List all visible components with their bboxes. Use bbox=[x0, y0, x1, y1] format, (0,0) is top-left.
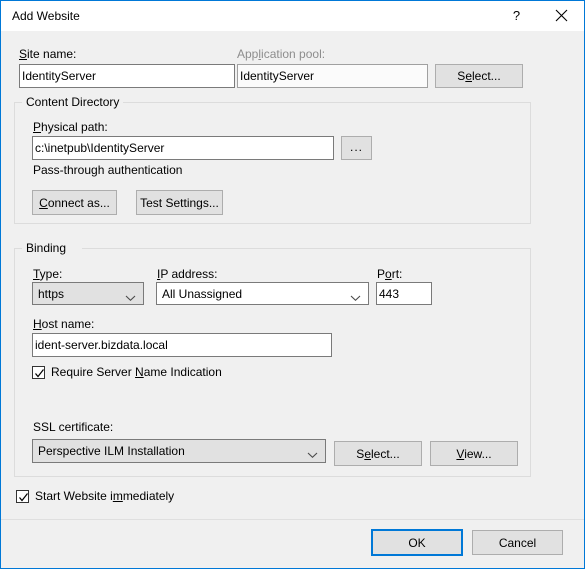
binding-legend: Binding bbox=[22, 241, 71, 255]
start-website-label: Start Website immediately bbox=[35, 489, 175, 503]
test-settings-button[interactable]: Test Settings... bbox=[136, 190, 223, 215]
cancel-button[interactable]: Cancel bbox=[472, 530, 563, 555]
require-sni-label: Require Server Name Indication bbox=[51, 365, 222, 379]
pass-through-authentication-text: Pass-through authentication bbox=[33, 163, 183, 177]
ssl-select-button[interactable]: Select... bbox=[334, 441, 422, 466]
close-button[interactable] bbox=[539, 1, 584, 30]
chevron-down-icon bbox=[125, 290, 136, 301]
button-label: Select... bbox=[356, 446, 400, 461]
add-website-dialog: Add Website ? Site name: IdentityServer … bbox=[0, 0, 585, 569]
binding-type-combo[interactable]: https bbox=[32, 282, 144, 305]
ssl-view-button[interactable]: View... bbox=[430, 441, 518, 466]
require-sni-checkbox[interactable]: Require Server Name Indication bbox=[32, 365, 222, 379]
ssl-certificate-combo[interactable]: Perspective ILM Installation bbox=[32, 439, 326, 463]
help-button[interactable]: ? bbox=[494, 1, 539, 30]
connect-as-button[interactable]: Connect as... bbox=[32, 190, 117, 215]
type-label: Type: bbox=[33, 267, 63, 281]
button-label: Test Settings... bbox=[140, 195, 219, 210]
physical-path-label: Physical path: bbox=[33, 120, 108, 134]
button-label: View... bbox=[456, 446, 492, 461]
application-pool-input: IdentityServer bbox=[237, 64, 428, 88]
ip-address-combo[interactable]: All Unassigned bbox=[156, 282, 369, 305]
site-name-label: Site name: bbox=[19, 47, 77, 61]
start-website-checkbox[interactable]: Start Website immediately bbox=[16, 489, 174, 503]
ssl-certificate-value: Perspective ILM Installation bbox=[38, 444, 185, 458]
application-pool-label: Application pool: bbox=[237, 47, 326, 61]
binding-type-value: https bbox=[38, 286, 65, 301]
application-pool-select-button[interactable]: Select... bbox=[435, 64, 523, 88]
checkbox-box bbox=[32, 365, 45, 379]
port-label: Port: bbox=[377, 267, 403, 281]
host-name-input[interactable]: ident-server.bizdata.local bbox=[32, 333, 332, 357]
button-label: Connect as... bbox=[39, 195, 110, 210]
physical-path-input[interactable]: c:\inetpub\IdentityServer bbox=[32, 136, 334, 160]
chevron-down-icon bbox=[307, 448, 318, 459]
button-label: Select... bbox=[457, 69, 501, 83]
site-name-input[interactable]: IdentityServer bbox=[19, 64, 235, 88]
browse-physical-path-button[interactable]: ... bbox=[341, 136, 372, 160]
chevron-down-icon bbox=[350, 290, 361, 301]
footer-divider bbox=[1, 519, 584, 520]
ok-button[interactable]: OK bbox=[371, 529, 463, 556]
ssl-certificate-label: SSL certificate: bbox=[33, 420, 114, 434]
close-icon bbox=[555, 9, 568, 22]
question-mark-icon: ? bbox=[512, 8, 521, 23]
checkbox-box bbox=[16, 489, 29, 503]
window-title: Add Website bbox=[12, 9, 80, 23]
content-directory-legend: Content Directory bbox=[22, 95, 124, 109]
ip-address-label: IP address: bbox=[157, 267, 218, 281]
port-input[interactable]: 443 bbox=[376, 282, 432, 305]
host-name-label: Host name: bbox=[33, 317, 95, 331]
title-bar: Add Website ? bbox=[1, 1, 584, 31]
ip-address-value: All Unassigned bbox=[162, 286, 243, 301]
